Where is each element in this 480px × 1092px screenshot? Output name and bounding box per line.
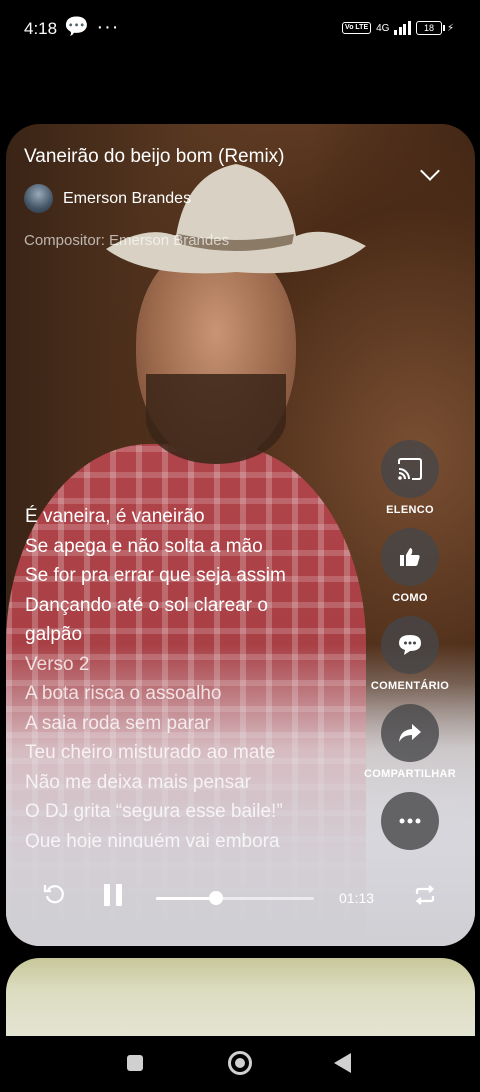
like-action[interactable]: COMO <box>360 528 460 604</box>
cast-label: ELENCO <box>386 504 434 516</box>
artist-name[interactable]: Emerson Brandes <box>63 190 191 208</box>
lyric-line: galpão <box>25 624 83 645</box>
next-song-card[interactable] <box>6 958 475 1038</box>
lyric-section-heading: Verso 2 <box>25 653 90 675</box>
cast-action[interactable]: ELENCO <box>360 440 460 516</box>
artist-photo-hat <box>106 164 366 274</box>
share-button[interactable] <box>381 704 439 762</box>
repeat-icon[interactable] <box>414 884 436 906</box>
artist-photo-beard <box>146 374 286 464</box>
artist-row[interactable]: Emerson Brandes <box>24 184 191 213</box>
back-button[interactable] <box>334 1053 351 1073</box>
avatar[interactable] <box>24 184 53 213</box>
signal-icon <box>394 21 411 35</box>
charging-icon: ⚡ <box>446 22 454 34</box>
cast-button[interactable] <box>381 440 439 498</box>
progress-slider[interactable] <box>156 891 314 905</box>
recents-button[interactable] <box>127 1055 143 1071</box>
lyric-line: Não me deixa mais pensar <box>25 771 251 793</box>
elapsed-time: 01:13 <box>339 890 375 906</box>
more-icon <box>399 818 421 824</box>
comment-button[interactable] <box>381 616 439 674</box>
notification-icons: 💬 ··· <box>64 16 120 38</box>
status-right: Vo LTE 4G 18 ⚡ <box>342 19 454 37</box>
share-icon <box>399 724 421 742</box>
song-card[interactable]: Vaneirão do beijo bom (Remix) Emerson Br… <box>6 124 475 946</box>
chevron-down-icon[interactable] <box>420 161 440 181</box>
pause-icon[interactable] <box>104 884 124 906</box>
lyric-line: Que hoje ninguém vai embora <box>25 830 280 849</box>
lyric-line: O DJ grita “segura esse baile!” <box>25 801 283 822</box>
status-bar: 4:18 💬 ··· Vo LTE 4G 18 ⚡ <box>0 0 480 58</box>
thumbs-up-icon <box>400 548 420 566</box>
system-nav-bar <box>0 1036 480 1092</box>
more-button[interactable] <box>381 792 439 850</box>
share-action[interactable]: COMPARTILHAR <box>360 704 460 780</box>
more-action[interactable] <box>360 792 460 850</box>
share-label: COMPARTILHAR <box>364 768 456 780</box>
replay-icon[interactable] <box>42 882 66 906</box>
comment-action[interactable]: COMENTÁRIO <box>360 616 460 692</box>
like-label: COMO <box>392 592 428 604</box>
lyric-line: Se for pra errar que seja assim <box>25 565 286 586</box>
home-button[interactable] <box>228 1051 252 1075</box>
battery-icon: 18 <box>415 21 445 35</box>
network-type: 4G <box>376 22 390 34</box>
lyric-line: Se apega e não solta a mão <box>25 535 263 557</box>
lyric-line: É vaneira, é vaneirão <box>25 506 205 527</box>
lyric-line: Teu cheiro misturado ao mate <box>25 742 276 763</box>
player-controls: 01:13 <box>6 868 475 928</box>
comment-icon <box>399 635 421 655</box>
cast-icon <box>398 458 422 480</box>
lyrics-panel[interactable]: É vaneira, é vaneirão Se apega e não sol… <box>25 502 355 848</box>
volte-icon: Vo LTE <box>342 22 372 34</box>
comment-label: COMENTÁRIO <box>370 680 450 692</box>
lyric-line: A saia roda sem parar <box>25 712 211 734</box>
lyric-line: A bota risca o assoalho <box>25 683 222 704</box>
lyric-line: Dançando até o sol clarear o <box>25 594 268 616</box>
composer-text: Compositor: Emerson Brandes <box>24 232 230 249</box>
like-button[interactable] <box>381 528 439 586</box>
song-title: Vaneirão do beijo bom (Remix) <box>24 146 285 167</box>
status-time: 4:18 <box>24 19 58 38</box>
